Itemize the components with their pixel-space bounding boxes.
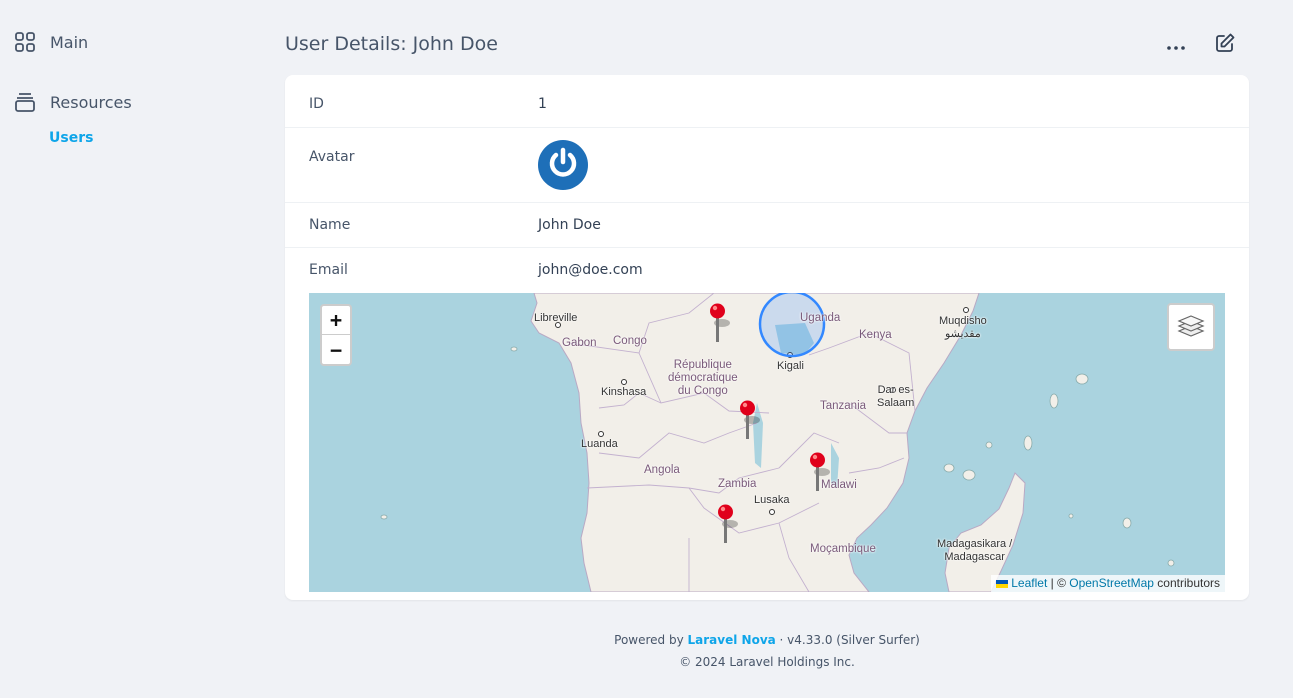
ukraine-flag-icon [995,579,1008,588]
power-icon [545,145,581,185]
field-value: john@doe.com [538,262,643,278]
zoom-out-button[interactable]: − [322,335,350,364]
map-label-dar-es-salaam: Dar es- Salaam [877,384,915,409]
map-attribution: Leaflet | © OpenStreetMap contributors [990,575,1225,592]
map-label-muqdisho: Muqdisho مقديشو [939,315,987,340]
openstreetmap-link[interactable]: OpenStreetMap [1069,576,1154,590]
field-row-id: ID 1 [285,75,1249,128]
map-label-mocambique: Moçambique [810,543,876,555]
footer-version: · v4.33.0 (Silver Surfer) [775,633,920,647]
field-label: Name [309,217,351,233]
layers-button[interactable] [1167,303,1215,351]
attribution-separator: | © [1047,576,1070,590]
more-actions-button[interactable] [1162,31,1190,59]
zoom-in-button[interactable]: + [322,306,350,335]
field-label: ID [309,96,324,112]
sidebar-item-label: Resources [50,92,132,112]
avatar [538,140,588,190]
map-label-lusaka: Lusaka [754,494,790,506]
layers-icon [1177,312,1205,342]
field-row-name: Name John Doe [285,203,1249,248]
map-label-madagascar: Madagasikara / Madagascar [937,538,1013,563]
field-value: John Doe [538,217,601,233]
footer-copyright: © 2024 Laravel Holdings Inc. [679,655,855,669]
map-label-kigali: Kigali [777,360,804,372]
grid-icon [14,31,36,53]
field-value: 1 [538,96,547,112]
attribution-contributors: contributors [1153,576,1220,590]
field-label: Email [309,262,348,278]
map-label-congo: Congo [613,335,647,347]
map-label-tanzania: Tanzania [820,400,867,412]
archive-icon [14,91,36,113]
map-label-drc: République démocratique du Congo [668,359,738,397]
map-marker[interactable] [712,502,742,544]
map-label-libreville: Libreville [534,312,578,324]
sidebar-item-label: Main [50,32,89,52]
map-label-zambia: Zambia [718,478,757,490]
map-label-luanda: Luanda [581,438,618,450]
sidebar-item-resources[interactable]: Resources [14,91,132,113]
map-label-kinshasa: Kinshasa [601,386,647,398]
detail-card: ID 1 Avatar Name John Doe Email john@doe… [285,75,1249,600]
edit-icon [1214,32,1236,58]
map-label-uganda: Uganda [800,312,841,324]
leaflet-link[interactable]: Leaflet [1011,576,1047,590]
map-label-angola: Angola [644,464,680,476]
footer-powered-by: Powered by Laravel Nova · v4.33.0 (Silve… [285,633,1249,647]
page-title: User Details: John Doe [285,33,498,55]
area-circle[interactable] [309,293,1225,592]
sidebar-item-main[interactable]: Main [14,31,88,53]
field-row-email: Email john@doe.com [285,248,1249,293]
footer-text: Powered by [614,633,688,647]
field-label: Avatar [309,149,355,165]
map-marker[interactable] [734,398,764,440]
laravel-nova-link[interactable]: Laravel Nova [688,633,776,647]
zoom-control: + − [320,304,352,366]
field-row-avatar: Avatar [285,128,1249,203]
map-marker[interactable] [704,301,734,343]
map-marker[interactable] [804,450,834,492]
sidebar: Main Resources Users [0,0,260,698]
sidebar-item-users[interactable]: Users [49,130,93,146]
map-label-kenya: Kenya [859,329,892,341]
ellipsis-icon [1166,36,1186,55]
edit-button[interactable] [1211,31,1239,59]
map-label-gabon: Gabon [562,337,597,349]
map-view[interactable]: Libreville Gabon Congo République démocr… [309,293,1225,592]
